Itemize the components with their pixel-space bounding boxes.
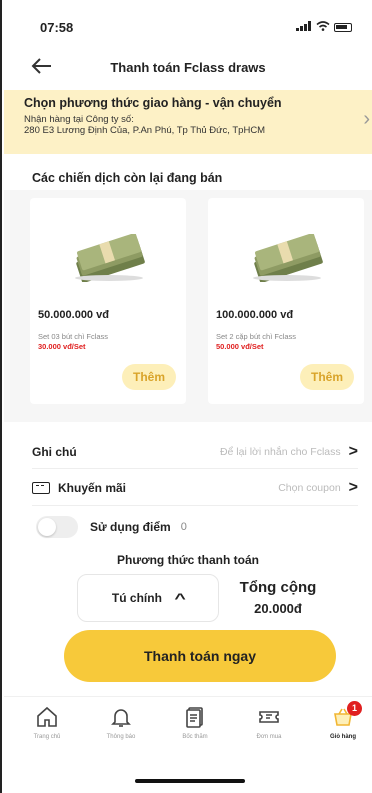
payment-method-select[interactable]: Tú chính ^ — [77, 574, 219, 622]
nav-item-cart[interactable]: 1 Giỏ hàng — [318, 701, 368, 740]
campaigns-title: Các chiến dịch còn lại đang bán — [32, 171, 223, 185]
payment-method-value: Tú chính — [111, 591, 162, 605]
bell-icon — [111, 709, 131, 727]
campaign-list: 50.000.000 vđ Set 03 bút chì Fclass 30.0… — [4, 190, 372, 422]
nav-item-orders[interactable]: Đơn mua — [244, 705, 294, 740]
add-button[interactable]: Thêm — [300, 364, 354, 390]
draw-icon — [186, 707, 203, 728]
status-bar: 07:58 — [40, 18, 352, 36]
delivery-title: Chọn phương thức giao hàng - vận chuyển — [24, 96, 282, 110]
status-icons — [296, 20, 352, 34]
use-points-label: Sử dụng điểm — [90, 520, 171, 534]
set-price: 50.000 vđ/Set — [216, 342, 264, 351]
set-description: Set 03 bút chì Fclass — [38, 332, 109, 341]
campaign-price: 50.000.000 vđ — [38, 309, 109, 321]
add-button[interactable]: Thêm — [122, 364, 176, 390]
chevron-right-icon: > — [348, 479, 358, 496]
delivery-address: 280 E3 Lương Định Của, P.An Phú, Tp Thủ … — [24, 125, 266, 136]
ticket-icon — [259, 711, 279, 723]
nav-label: Thông báo — [106, 734, 136, 740]
nav-label: Giỏ hàng — [330, 734, 356, 740]
total-label: Tổng cộng — [239, 579, 317, 596]
nav-label: Đơn mua — [256, 734, 282, 740]
delivery-method-banner[interactable]: Chọn phương thức giao hàng - vận chuyển … — [4, 90, 372, 154]
nav-item-notifications[interactable]: Thông báo — [96, 705, 146, 740]
promo-label: Khuyến mãi — [58, 481, 127, 495]
app-screen: 07:58 Thanh toán Fclass draws Chọn phươn… — [0, 0, 372, 793]
home-indicator[interactable] — [135, 779, 245, 783]
note-input[interactable]: Để lại lời nhắn cho Fclass — [220, 446, 341, 458]
battery-icon — [334, 22, 352, 32]
header-bar: Thanh toán Fclass draws — [2, 52, 372, 84]
nav-label: Bốc thăm — [182, 734, 208, 740]
divider — [32, 468, 358, 469]
note-row[interactable]: Ghi chú Để lại lời nhắn cho Fclass > — [32, 439, 358, 465]
campaign-card[interactable]: 50.000.000 vđ Set 03 bút chì Fclass 30.0… — [30, 198, 186, 404]
home-icon — [37, 706, 57, 727]
bottom-navigation: Trang chủ Thông báo Bốc thăm Đơn mua 1 G… — [4, 696, 372, 793]
delivery-address-label: Nhận hàng tại Công ty số: — [24, 114, 134, 125]
chevron-right-icon: › — [363, 108, 370, 130]
payment-method-title: Phương thức thanh toán — [117, 553, 259, 567]
note-label: Ghi chú — [32, 445, 77, 459]
pay-now-button[interactable]: Thanh toán ngay — [64, 630, 336, 682]
chevron-up-icon: ^ — [174, 590, 186, 606]
nav-label: Trang chủ — [33, 734, 61, 740]
promo-row[interactable]: Khuyến mãi Chọn coupon > — [32, 475, 358, 501]
nav-item-draws[interactable]: Bốc thăm — [170, 705, 220, 740]
page-title: Thanh toán Fclass draws — [110, 60, 266, 75]
chevron-right-icon: > — [348, 443, 358, 460]
set-description: Set 2 cặp bút chì Fclass — [216, 332, 297, 341]
total-value: 20.000đ — [254, 601, 302, 616]
points-balance: 0 — [180, 521, 187, 533]
nav-item-home[interactable]: Trang chủ — [22, 705, 72, 740]
money-stack-image — [253, 234, 323, 282]
cart-badge: 1 — [347, 701, 362, 716]
wifi-icon — [316, 20, 330, 34]
money-stack-image — [75, 234, 145, 282]
use-points-row: Sử dụng điểm 0 — [36, 516, 187, 538]
status-time: 07:58 — [40, 19, 74, 35]
use-points-toggle[interactable] — [36, 516, 78, 538]
signal-icon — [296, 20, 312, 34]
divider — [32, 505, 358, 506]
campaign-card[interactable]: 100.000.000 vđ Set 2 cặp bút chì Fclass … — [208, 198, 364, 404]
coupon-icon — [32, 482, 50, 494]
coupon-select[interactable]: Chọn coupon — [278, 482, 340, 494]
set-price: 30.000 vđ/Set — [38, 342, 86, 351]
campaign-price: 100.000.000 vđ — [216, 309, 294, 321]
